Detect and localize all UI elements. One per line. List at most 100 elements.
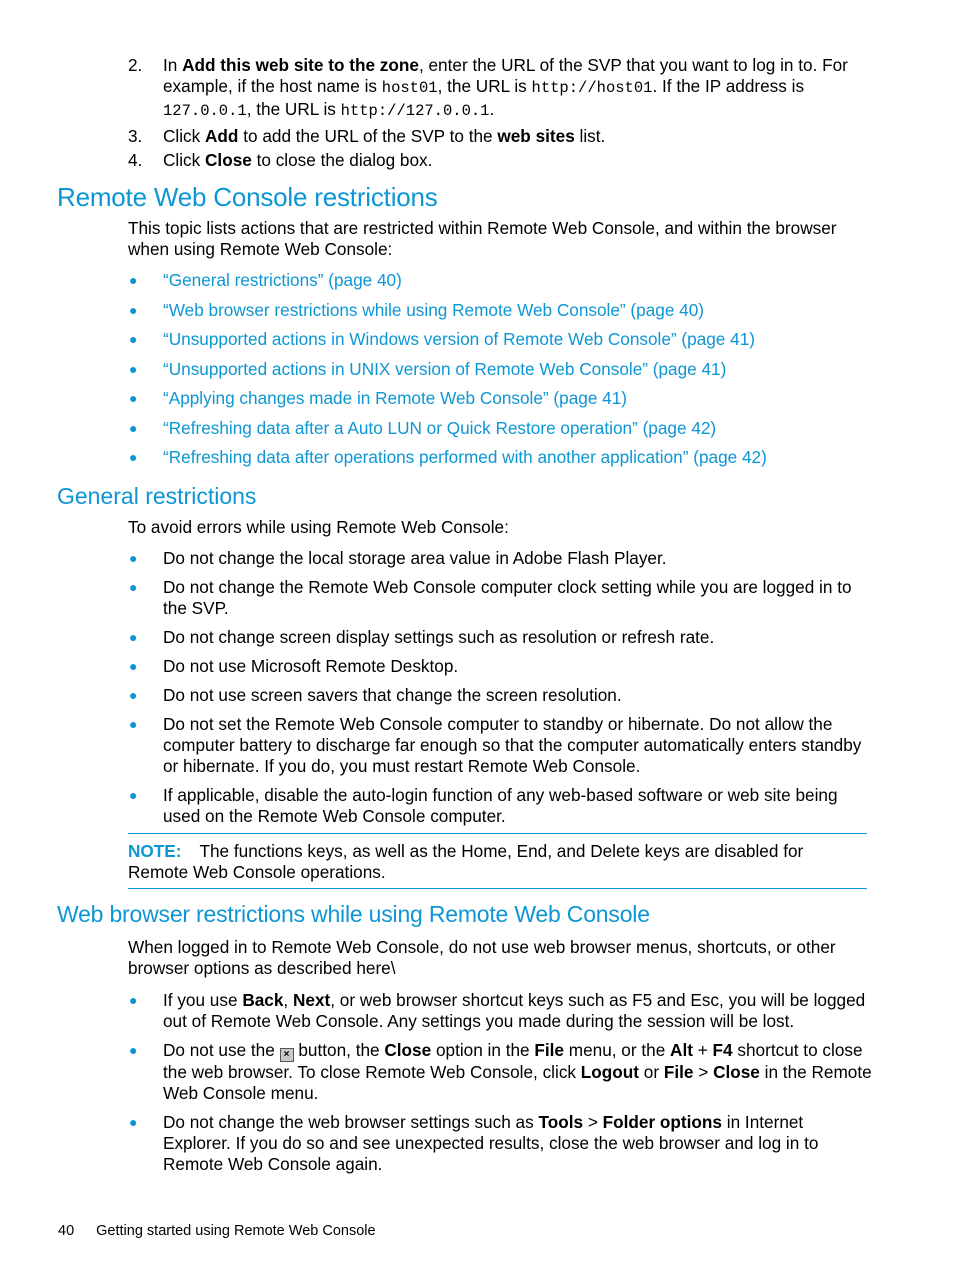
bullet-icon: ●	[129, 1042, 138, 1058]
restriction-text: Do not use screen savers that change the…	[163, 685, 622, 705]
note-text: The functions keys, as well as the Home,…	[128, 841, 804, 882]
note-box: NOTE: The functions keys, as well as the …	[128, 833, 867, 889]
ui-term: Alt	[670, 1040, 693, 1060]
bullet-icon: ●	[129, 419, 138, 436]
ui-term: Tools	[538, 1112, 584, 1132]
text: , the URL is	[437, 76, 532, 96]
code-text: host01	[381, 79, 438, 97]
section-intro: This topic lists actions that are restri…	[128, 218, 837, 259]
ui-term: Add	[205, 125, 239, 146]
ui-term: Close	[205, 150, 252, 170]
topic-link-list: ● “General restrictions” (page 40) ● “Web …	[128, 270, 873, 477]
restriction-text: Do not use Microsoft Remote Desktop.	[163, 656, 459, 676]
text: button, the	[293, 1040, 385, 1060]
bullet-icon: ●	[129, 629, 138, 645]
text: option in the	[431, 1040, 535, 1060]
topic-link-item: ● “Refreshing data after a Auto LUN or Qu…	[128, 418, 873, 439]
web-restrictions-list: ● If you use Back, Next, or web browser s…	[128, 990, 873, 1183]
bullet-icon: ●	[129, 331, 138, 347]
note-label: NOTE:	[128, 841, 182, 861]
restriction-item: ● If you use Back, Next, or web browser s…	[128, 990, 873, 1032]
text: >	[583, 1112, 603, 1132]
bullet-icon: ●	[129, 301, 138, 318]
bullet-icon: ●	[129, 716, 138, 732]
restriction-item: ● Do not set the Remote Web Console compu…	[128, 714, 873, 777]
text: ,	[283, 990, 293, 1010]
topic-link[interactable]: “Unsupported actions in Windows version …	[163, 329, 755, 349]
restriction-text: Do not change screen display settings su…	[163, 627, 715, 647]
ui-term: Close	[713, 1062, 760, 1082]
ui-term: Logout	[580, 1062, 640, 1082]
code-text: http://127.0.0.1	[340, 102, 490, 120]
page-footer: 40 Getting started using Remote Web Conso…	[58, 1223, 376, 1239]
text: >	[693, 1062, 714, 1082]
text: If you use	[163, 990, 243, 1010]
procedure-steps: 2. In Add this web site to the zone, ent…	[128, 55, 868, 175]
text: +	[692, 1040, 713, 1060]
chapter-title: Getting started using Remote Web Console	[96, 1223, 376, 1239]
ui-term: Next	[292, 990, 331, 1010]
topic-link[interactable]: “General restrictions” (page 40)	[163, 270, 402, 290]
bullet-icon: ●	[129, 360, 138, 377]
step-number: 2.	[128, 55, 143, 75]
web-intro: When logged in to Remote Web Console, do…	[128, 937, 836, 978]
topic-link-item: ● “General restrictions” (page 40)	[128, 270, 873, 291]
topic-link[interactable]: “Web browser restrictions while using Re…	[163, 300, 704, 320]
bullet-icon: ●	[129, 579, 138, 595]
close-window-icon: ×	[279, 1048, 294, 1062]
bullet-icon: ●	[129, 449, 138, 465]
code-text: 127.0.0.1	[163, 102, 247, 120]
general-restrictions-list: ● Do not change the local storage area va…	[128, 548, 873, 835]
bullet-icon: ●	[129, 550, 138, 566]
section-heading-restrictions: Remote Web Console restrictions	[57, 182, 438, 212]
step-number: 3.	[128, 125, 143, 146]
bullet-icon: ●	[129, 272, 138, 288]
bullet-icon: ●	[129, 658, 138, 674]
topic-link[interactable]: “Applying changes made in Remote Web Con…	[163, 388, 627, 408]
step-item: 3. Click Add to add the URL of the SVP t…	[128, 126, 868, 147]
text: . If the IP address is	[652, 76, 805, 96]
restriction-item: ● If applicable, disable the auto-login f…	[128, 785, 873, 827]
restriction-item: ● Do not change the web browser settings …	[128, 1112, 873, 1175]
restriction-item: ● Do not change the local storage area va…	[128, 548, 873, 569]
text: menu, or the	[563, 1040, 671, 1060]
ui-term: Back	[242, 990, 284, 1010]
code-text: http://host01	[531, 79, 653, 97]
topic-link[interactable]: “Refreshing data after a Auto LUN or Qui…	[163, 418, 716, 438]
text: Do not use the	[163, 1040, 280, 1060]
step-item: 2. In Add this web site to the zone, ent…	[128, 55, 868, 122]
text: Click	[163, 125, 206, 146]
ui-term: Close	[384, 1040, 432, 1060]
restriction-item: ● Do not change the Remote Web Console co…	[128, 577, 873, 619]
topic-link[interactable]: “Refreshing data after operations perfor…	[163, 447, 767, 467]
text: , the URL is	[246, 99, 341, 119]
bullet-icon: ●	[129, 390, 138, 406]
restriction-text: If applicable, disable the auto-login fu…	[163, 785, 838, 826]
restriction-item: ● Do not change screen display settings s…	[128, 627, 873, 648]
restriction-text: Do not change the local storage area val…	[163, 548, 667, 568]
topic-link-item: ● “Unsupported actions in Windows version…	[128, 329, 873, 350]
document-page: 2. In Add this web site to the zone, ent…	[0, 0, 954, 1271]
topic-link-item: ● “Refreshing data after operations perfo…	[128, 447, 873, 468]
ui-term: F4	[712, 1040, 733, 1060]
ui-term: File	[534, 1040, 564, 1060]
text: to close the dialog box.	[251, 150, 433, 170]
ui-term: File	[663, 1062, 694, 1082]
page-number: 40	[58, 1223, 75, 1239]
ui-term: web sites	[497, 125, 575, 146]
text: or	[639, 1062, 664, 1082]
restriction-text: Do not change the Remote Web Console com…	[163, 577, 852, 618]
topic-link[interactable]: “Unsupported actions in UNIX version of …	[163, 359, 726, 379]
ui-term: Add this web site to the zone	[182, 55, 419, 75]
bullet-icon: ●	[129, 992, 138, 1008]
section-heading-general: General restrictions	[57, 483, 257, 509]
topic-link-item: ● “Web browser restrictions while using R…	[128, 300, 873, 321]
bullet-icon: ●	[129, 787, 138, 803]
text: .	[489, 99, 495, 119]
bullet-icon: ●	[129, 1114, 138, 1130]
general-intro: To avoid errors while using Remote Web C…	[128, 517, 509, 537]
text: Do not change the web browser settings s…	[163, 1112, 539, 1132]
section-heading-web-browser: Web browser restrictions while using Rem…	[57, 901, 650, 927]
text: to add the URL of the SVP to the	[238, 125, 498, 146]
restriction-item: ● Do not use Microsoft Remote Desktop.	[128, 656, 873, 677]
